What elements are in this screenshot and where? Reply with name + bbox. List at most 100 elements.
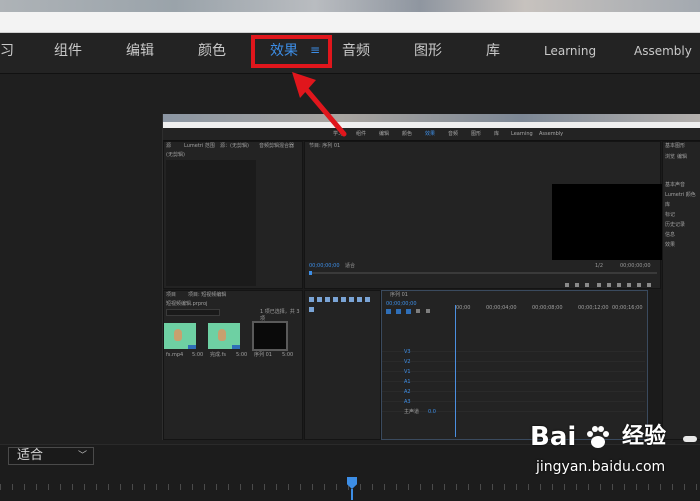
embedded-tab-effects: 效果 — [425, 131, 436, 137]
embedded-timeline-tick: 00;00;08;00 — [532, 305, 563, 311]
embedded-program-tab: 节目: 序列 01 — [309, 143, 341, 149]
browser-toolbar — [0, 12, 700, 33]
embedded-track-label: A2 — [404, 389, 411, 395]
workspace-tab-audio[interactable]: 音频 — [342, 33, 370, 73]
embedded-thumb-sub: 5:00 — [282, 352, 294, 358]
embedded-right-item: 浏览 — [665, 154, 676, 160]
embedded-thumb-label: fs.mp4 — [166, 352, 184, 358]
embedded-timeline-tab: 序列 01 — [390, 292, 408, 298]
workspace-tab-libraries[interactable]: 库 — [486, 33, 500, 73]
embedded-program-duration: 00;00;00;00 — [620, 263, 651, 269]
embedded-master-label: 主声道 — [404, 409, 420, 415]
fit-dropdown-value: 适合 — [17, 448, 44, 463]
embedded-tool — [309, 297, 314, 302]
embedded-ctrl-btn — [565, 283, 569, 287]
embedded-track-label: V2 — [404, 359, 411, 365]
pointer-arrow — [292, 72, 347, 137]
embedded-right-item: 库 — [665, 202, 671, 208]
embedded-project-name: 短视频编辑.prproj — [166, 301, 208, 307]
embedded-track — [382, 401, 645, 408]
embedded-program-ratio: 1/2 — [595, 263, 604, 269]
embedded-desktop-strip — [163, 114, 700, 122]
embedded-tool — [333, 297, 338, 302]
embedded-ctrl-btn — [607, 283, 611, 287]
embedded-project-tab: 项目 — [166, 292, 177, 298]
embedded-tl-btn — [386, 309, 391, 314]
desktop-strip — [0, 0, 700, 12]
embedded-right-item: 历史记录 — [665, 222, 686, 228]
embedded-clip-thumb — [208, 323, 240, 349]
embedded-track-label: V1 — [404, 369, 411, 375]
embedded-tab: 颜色 — [402, 131, 413, 137]
workspace-tab-learn[interactable]: 习 — [0, 33, 14, 73]
workspace-tab-learning[interactable]: Learning — [544, 33, 596, 73]
embedded-program-timecode: 00;00;00;00 — [309, 263, 340, 269]
embedded-track — [382, 381, 645, 388]
embedded-tab: Assembly — [539, 131, 564, 137]
side-icon — [683, 436, 697, 442]
embedded-track-label: V3 — [404, 349, 411, 355]
embedded-track — [382, 351, 645, 358]
embedded-right-panel: 基本图形 浏览 编辑 基本声音 Lumetri 颜色 库 标记 历史记录 信息 … — [662, 141, 700, 440]
embedded-tl-btn — [396, 309, 401, 314]
workspace-tab-assembly[interactable]: 组件 — [54, 33, 82, 73]
embedded-tool — [317, 297, 322, 302]
embedded-panel-tab: 音频剪辑混合器 — [259, 143, 295, 149]
watermark-url: jingyan.baidu.com — [536, 459, 666, 475]
workspace-tab-editing[interactable]: 编辑 — [126, 33, 154, 73]
embedded-panel-tab: Lumetri 范围 — [184, 143, 215, 149]
embedded-panel-tab: 源：(无剪辑) — [220, 143, 249, 149]
embedded-ctrl-btn — [597, 283, 601, 287]
embedded-panel-tab: 源 — [166, 143, 172, 149]
embedded-project-tab: 项目: 短视频编辑 — [188, 292, 227, 298]
embedded-track-label: A1 — [404, 379, 411, 385]
workspace-tab-color[interactable]: 颜色 — [198, 33, 226, 73]
embedded-sequence-thumb — [252, 321, 288, 351]
embedded-tool — [341, 297, 346, 302]
embedded-thumb-label: 完成.fs — [210, 352, 226, 358]
embedded-playhead — [455, 305, 456, 437]
embedded-right-item: 基本声音 — [665, 182, 686, 188]
embedded-ctrl-btn — [637, 283, 641, 287]
embedded-right-item: 编辑 — [677, 154, 688, 160]
embedded-tools-panel — [304, 290, 381, 440]
embedded-source-area — [166, 160, 256, 286]
embedded-timeline-tc: 00;00;00;00 — [386, 301, 417, 307]
embedded-timeline-panel: 序列 01 00;00;00;00 00;00 00;00;04;00 00;0… — [381, 290, 648, 440]
embedded-tab: 图形 — [471, 131, 482, 137]
workspace-tab-graphics[interactable]: 图形 — [414, 33, 442, 73]
embedded-tool — [349, 297, 354, 302]
paw-icon — [587, 426, 609, 448]
embedded-timeline-tick: 00;00;04;00 — [486, 305, 517, 311]
embedded-tool — [357, 297, 362, 302]
baidu-watermark: Bai 经验 jingyan.baidu.com — [530, 420, 690, 490]
embedded-thumb-sub: 5:00 — [192, 352, 204, 358]
embedded-track — [382, 371, 645, 378]
chevron-down-icon: ﹀ — [77, 451, 87, 461]
embedded-track — [382, 361, 645, 368]
embedded-ctrl-btn — [647, 283, 651, 287]
embedded-tab: 库 — [494, 131, 500, 137]
embedded-thumb-label: 序列 01 — [254, 352, 272, 358]
embedded-tl-btn — [406, 309, 411, 314]
embedded-timeline-tick: 00;00;16;00 — [612, 305, 643, 311]
embedded-ctrl-btn — [575, 283, 579, 287]
embedded-workspace-bar: 学习 组件 编辑 颜色 效果 音频 图形 库 Learning Assembly — [163, 128, 700, 141]
embedded-ctrl-btn — [627, 283, 631, 287]
playhead-line — [351, 489, 353, 500]
embedded-thumb-sub: 5:00 — [236, 352, 248, 358]
embedded-timeline-tick: 00;00 — [456, 305, 471, 311]
embedded-tab: 音频 — [448, 131, 459, 137]
embedded-program-panel: 节目: 序列 01 00;00;00;00 适合 1/2 00;00;00;00 — [304, 141, 698, 289]
watermark-logo: Bai — [530, 422, 577, 452]
embedded-clip-thumb — [164, 323, 196, 349]
fit-dropdown[interactable]: 适合 ﹀ — [8, 447, 94, 465]
embedded-timeline-tick: 00;00;12;00 — [578, 305, 609, 311]
embedded-screenshot: 学习 组件 编辑 颜色 效果 音频 图形 库 Learning Assembly… — [162, 114, 700, 440]
watermark-brand: 经验 — [622, 424, 667, 449]
embedded-right-title: 基本图形 — [665, 143, 686, 149]
workspace-tab-assembly-en[interactable]: Assembly — [634, 33, 692, 73]
embedded-tab: 编辑 — [379, 131, 390, 137]
embedded-right-item: 信息 — [665, 232, 676, 238]
embedded-right-item: 效果 — [665, 242, 676, 248]
